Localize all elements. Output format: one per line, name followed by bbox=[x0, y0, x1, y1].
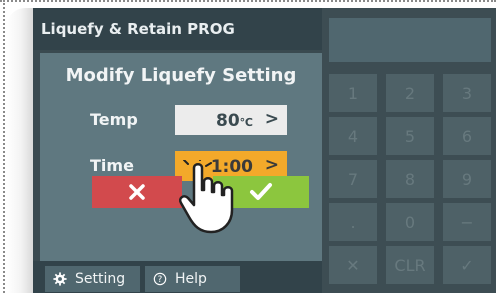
key-enter[interactable]: ✓ bbox=[443, 246, 491, 284]
chevron-right-icon: > bbox=[264, 109, 279, 129]
key-2[interactable]: 2 bbox=[386, 74, 434, 112]
key-5[interactable]: 5 bbox=[386, 117, 434, 155]
key-decimal[interactable]: . bbox=[329, 203, 377, 241]
keypad-panel: 1 2 3 4 5 6 7 8 9 . 0 − ✕ CLR ✓ bbox=[322, 8, 496, 293]
key-1[interactable]: 1 bbox=[329, 74, 377, 112]
help-label: Help bbox=[175, 271, 207, 287]
help-button[interactable]: ? Help bbox=[145, 266, 240, 292]
bottom-bar: Setting ? Help bbox=[33, 261, 322, 293]
program-screen: Liquefy & Retain PROG Modify Liquefy Set… bbox=[33, 8, 322, 293]
key-0[interactable]: 0 bbox=[386, 203, 434, 241]
dialog-title: Modify Liquefy Setting bbox=[65, 65, 297, 86]
keypad-display bbox=[329, 18, 491, 62]
temp-label: Temp bbox=[90, 110, 138, 129]
key-9[interactable]: 9 bbox=[443, 160, 491, 198]
key-cancel[interactable]: ✕ bbox=[329, 246, 377, 284]
key-3[interactable]: 3 bbox=[443, 74, 491, 112]
key-8[interactable]: 8 bbox=[386, 160, 434, 198]
gear-icon bbox=[53, 272, 67, 286]
help-icon: ? bbox=[153, 272, 167, 286]
key-6[interactable]: 6 bbox=[443, 117, 491, 155]
key-minus[interactable]: − bbox=[443, 203, 491, 241]
key-7[interactable]: 7 bbox=[329, 160, 377, 198]
svg-text:?: ? bbox=[158, 275, 163, 285]
check-icon bbox=[250, 183, 272, 200]
temp-unit: ℃ bbox=[239, 116, 253, 129]
pointing-hand-icon bbox=[179, 160, 234, 234]
program-title: Liquefy & Retain PROG bbox=[41, 20, 235, 38]
temp-value: 80℃ bbox=[216, 111, 253, 131]
key-4[interactable]: 4 bbox=[329, 117, 377, 155]
time-label: Time bbox=[90, 156, 134, 175]
temp-field[interactable]: 80℃ > bbox=[175, 105, 287, 135]
key-clear[interactable]: CLR bbox=[386, 246, 434, 284]
dotted-border-top bbox=[0, 0, 496, 4]
setting-label: Setting bbox=[75, 271, 126, 287]
setting-button[interactable]: Setting bbox=[45, 266, 140, 292]
cancel-button[interactable] bbox=[92, 176, 182, 208]
close-icon bbox=[129, 184, 145, 200]
chevron-right-icon: > bbox=[264, 155, 279, 175]
screen-header: Liquefy & Retain PROG bbox=[33, 8, 322, 50]
device-bezel bbox=[7, 8, 33, 293]
